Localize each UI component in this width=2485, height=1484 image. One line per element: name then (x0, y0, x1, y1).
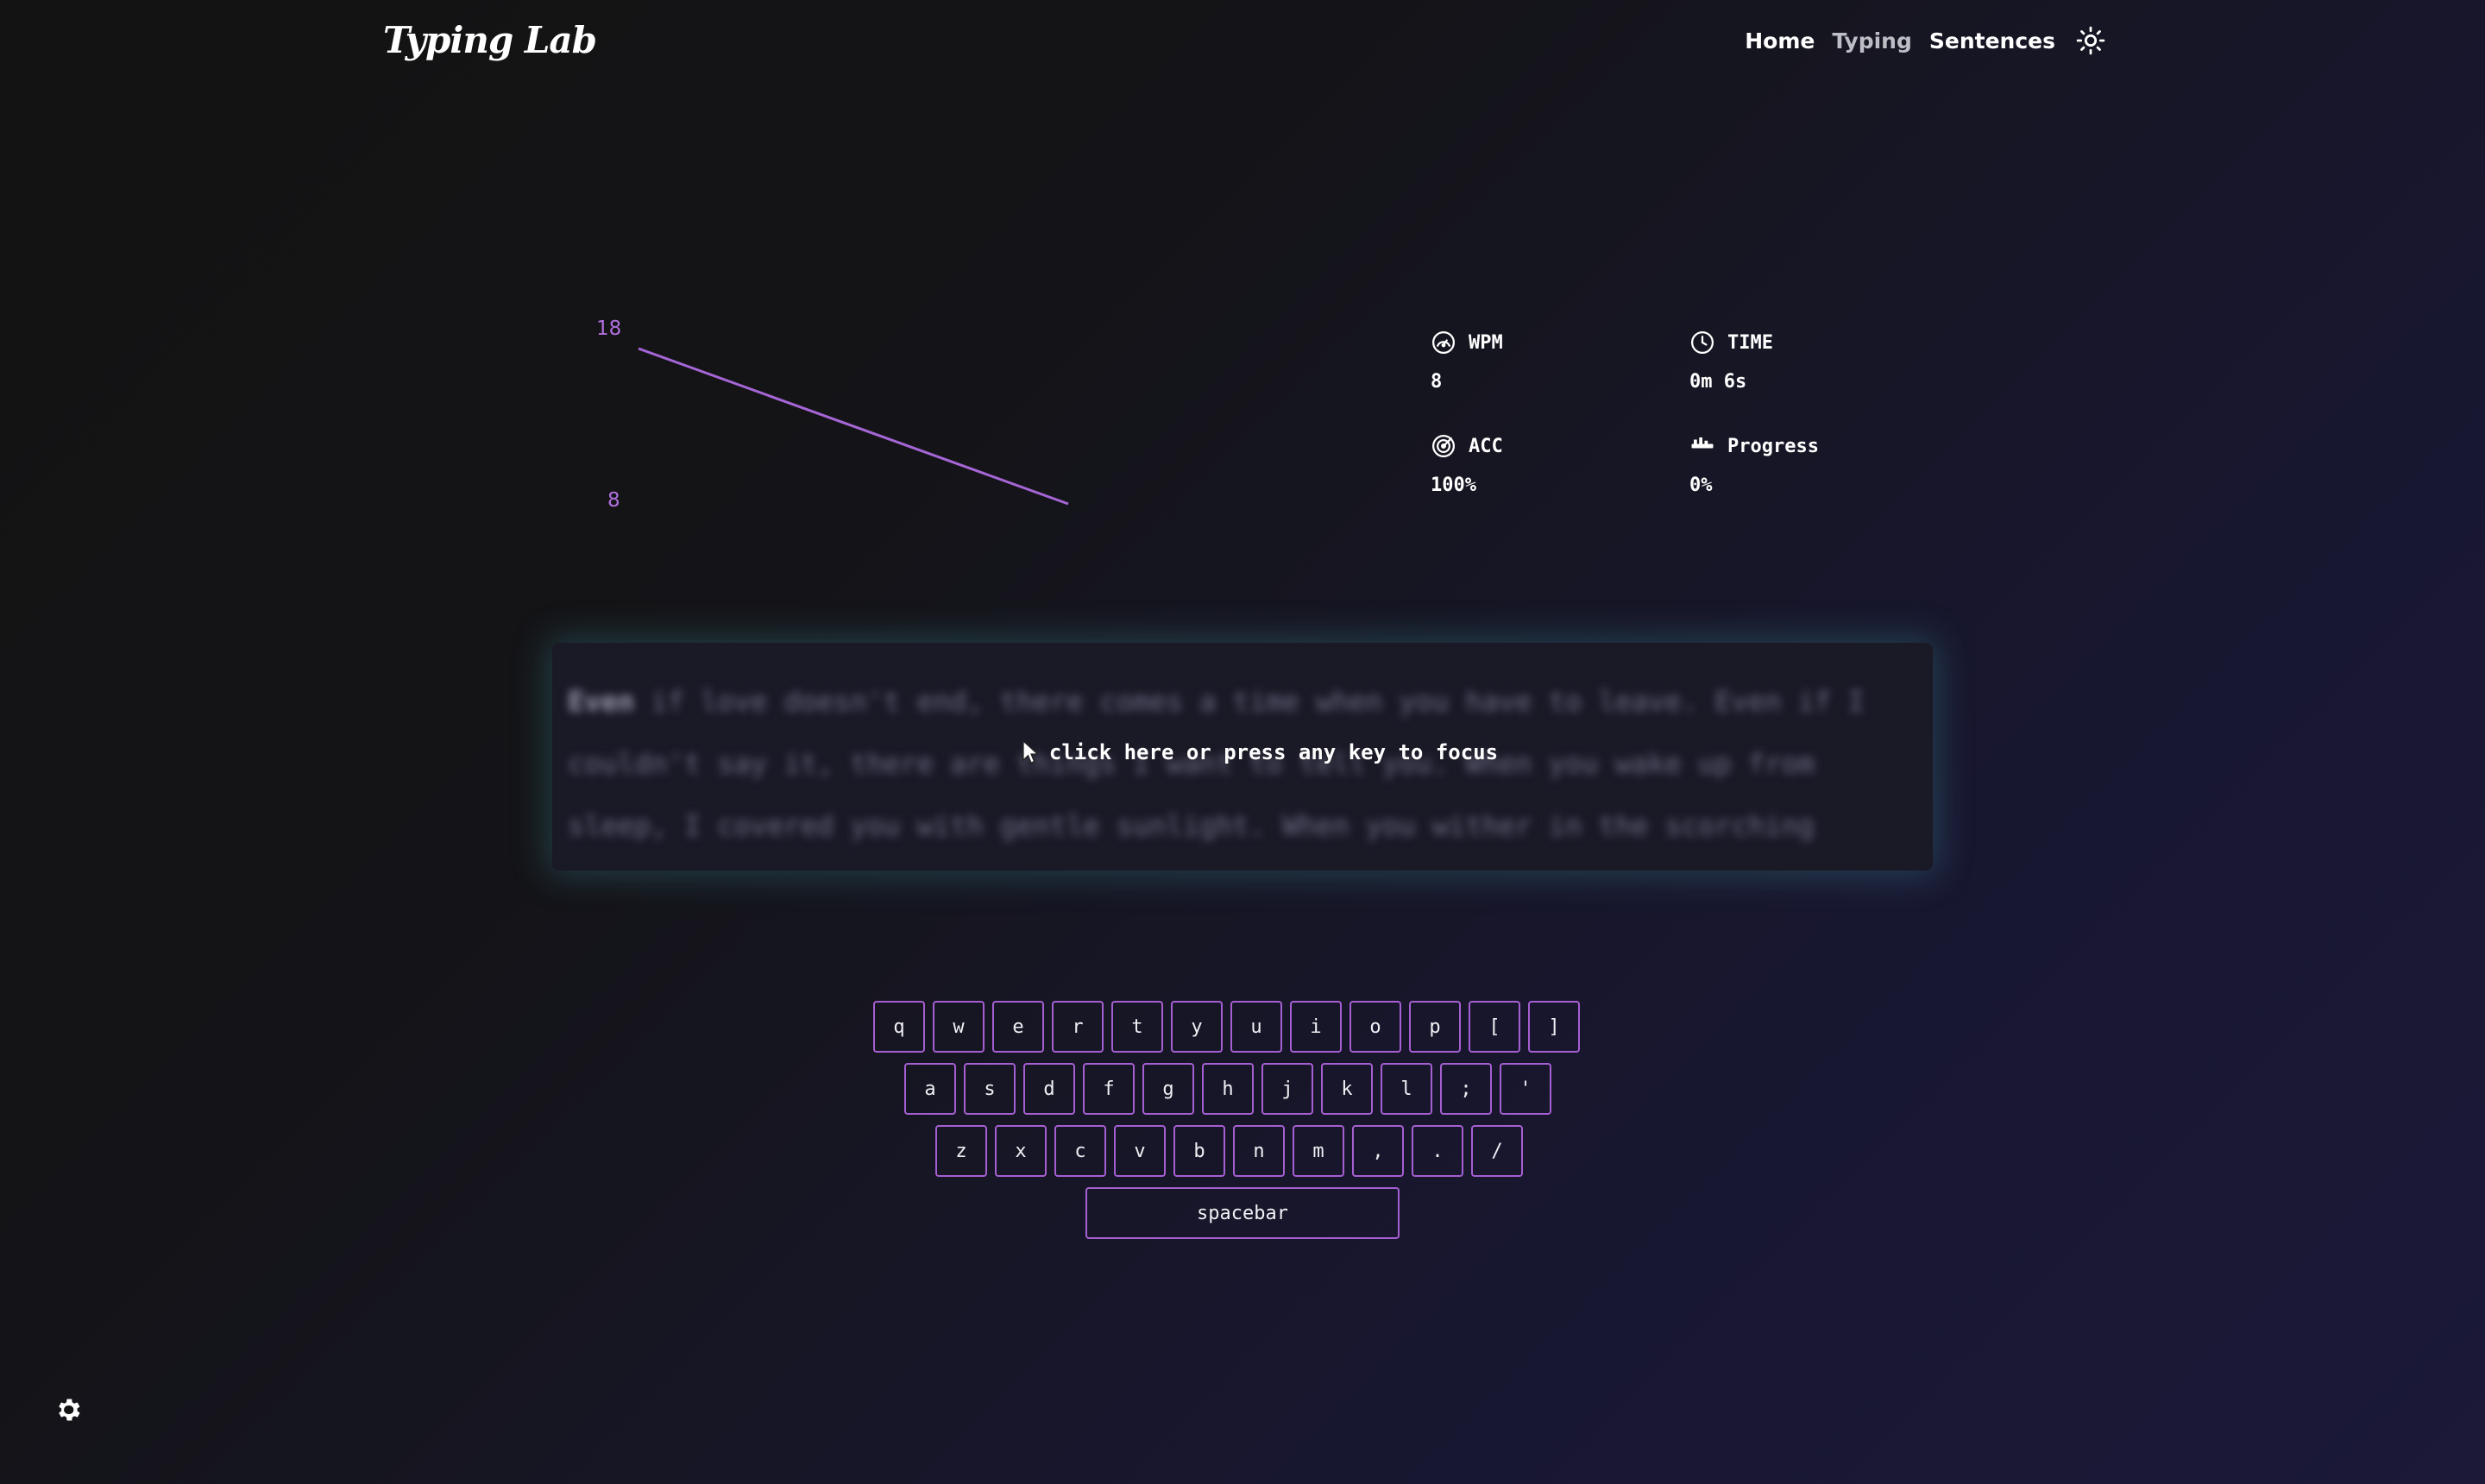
key-0-1[interactable]: w (933, 1001, 985, 1053)
key-0-0[interactable]: q (873, 1001, 925, 1053)
nav-sentences[interactable]: Sentences (1929, 28, 2055, 53)
key-1-7[interactable]: k (1321, 1063, 1373, 1115)
key-0-5[interactable]: y (1171, 1001, 1223, 1053)
typed-word: Even (568, 685, 635, 718)
theme-toggle-sun-icon[interactable] (2076, 26, 2105, 55)
stats-panel: WPM 8 TIME 0m 6s ACC 100% Progress 0% (1431, 330, 1819, 519)
typing-text: Even if love doesn't end, there comes a … (568, 670, 1914, 871)
key-0-6[interactable]: u (1230, 1001, 1282, 1053)
speedometer-icon (1431, 330, 1456, 355)
key-2-6[interactable]: m (1293, 1125, 1344, 1177)
key-2-3[interactable]: v (1114, 1125, 1166, 1177)
key-1-4[interactable]: g (1142, 1063, 1194, 1115)
pointer-cursor-icon (1022, 739, 1041, 765)
key-1-2[interactable]: d (1023, 1063, 1075, 1115)
stat-time-label: TIME (1727, 331, 1773, 354)
keyboard-row-top: q w e r t y u i o p[] (873, 1001, 1580, 1053)
key-0-9[interactable]: p (1409, 1001, 1461, 1053)
focus-hint[interactable]: click here or press any key to focus (552, 739, 1933, 765)
wpm-series-line (638, 347, 1069, 506)
nav-home[interactable]: Home (1745, 28, 1815, 53)
key-1-0[interactable]: a (904, 1063, 956, 1115)
key-0-10[interactable]: [ (1469, 1001, 1520, 1053)
focus-hint-text: click here or press any key to focus (1048, 740, 1499, 764)
key-2-8[interactable]: . (1412, 1125, 1463, 1177)
stat-wpm-label: WPM (1469, 331, 1503, 354)
stat-acc: ACC 100% (1431, 433, 1655, 496)
remaining-text: if love doesn't end, there comes a time … (568, 685, 1865, 842)
progress-icon (1689, 433, 1715, 459)
keyboard-row-space: spacebar (1085, 1187, 1400, 1239)
stat-progress-label: Progress (1727, 435, 1819, 457)
settings-gear-icon[interactable] (53, 1395, 83, 1424)
key-0-11[interactable]: ] (1528, 1001, 1580, 1053)
key-2-5[interactable]: n (1233, 1125, 1285, 1177)
stat-acc-value: 100% (1431, 475, 1476, 496)
stat-progress-value: 0% (1689, 475, 1713, 496)
key-1-3[interactable]: f (1083, 1063, 1135, 1115)
stat-wpm-value: 8 (1431, 371, 1443, 393)
key-2-2[interactable]: c (1054, 1125, 1106, 1177)
key-2-4[interactable]: b (1173, 1125, 1225, 1177)
app-logo[interactable]: Typing Lab (383, 19, 597, 61)
typing-area[interactable]: Even if love doesn't end, there comes a … (552, 643, 1933, 871)
key-0-4[interactable]: t (1111, 1001, 1163, 1053)
keyboard-row-home: a s d f g h j k l; ' (904, 1063, 1551, 1115)
key-2-7[interactable]: , (1352, 1125, 1404, 1177)
key-0-8[interactable]: o (1349, 1001, 1401, 1053)
key-1-5[interactable]: h (1202, 1063, 1254, 1115)
stat-wpm: WPM 8 (1431, 330, 1655, 393)
stat-acc-label: ACC (1469, 435, 1503, 457)
wpm-line-plot (638, 347, 1069, 506)
stat-time: TIME 0m 6s (1689, 330, 1914, 393)
key-0-7[interactable]: i (1290, 1001, 1342, 1053)
key-2-9[interactable]: / (1471, 1125, 1523, 1177)
key-1-9[interactable]: ; (1440, 1063, 1492, 1115)
key-1-1[interactable]: s (964, 1063, 1016, 1115)
stat-progress: Progress 0% (1689, 433, 1914, 497)
key-spacebar[interactable]: spacebar (1085, 1187, 1400, 1239)
target-icon (1431, 433, 1456, 459)
key-1-10[interactable]: ' (1500, 1063, 1551, 1115)
clock-icon (1689, 330, 1715, 355)
wpm-chart: 18 8 (587, 311, 1104, 518)
key-2-0[interactable]: z (935, 1125, 987, 1177)
nav-typing[interactable]: Typing (1832, 28, 1912, 53)
key-2-1[interactable]: x (995, 1125, 1047, 1177)
top-nav: Home Typing Sentences (1745, 26, 2105, 55)
key-0-2[interactable]: e (992, 1001, 1044, 1053)
key-0-3[interactable]: r (1052, 1001, 1104, 1053)
key-1-8[interactable]: l (1381, 1063, 1432, 1115)
key-1-6[interactable]: j (1261, 1063, 1313, 1115)
stat-time-value: 0m 6s (1689, 371, 1747, 393)
keyboard-row-bottom: z x c v b n m,. / (935, 1125, 1523, 1177)
